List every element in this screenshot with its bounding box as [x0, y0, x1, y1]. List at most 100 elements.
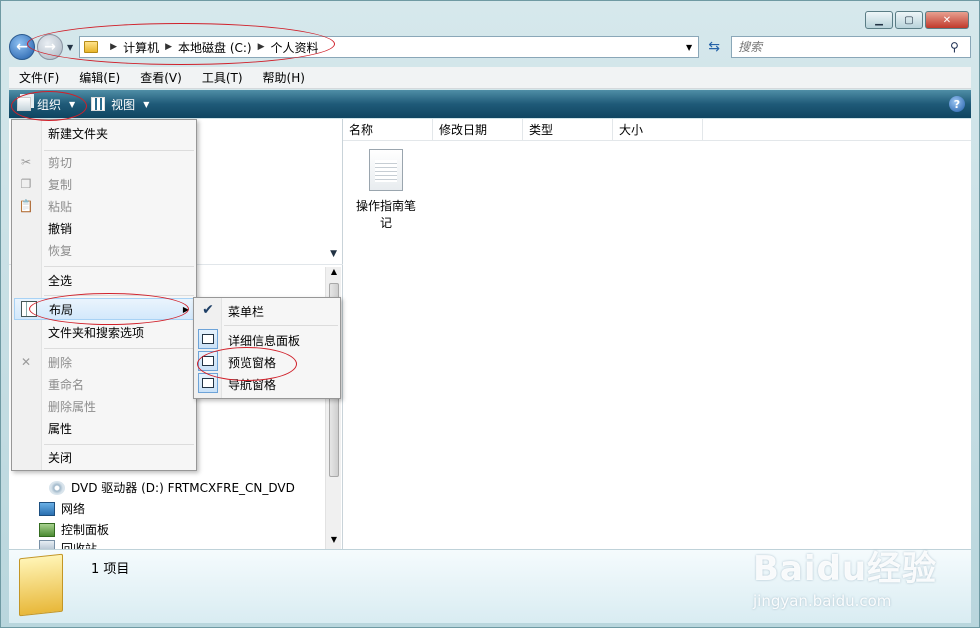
views-label: 视图: [111, 97, 136, 112]
menu-edit[interactable]: 编辑(E): [69, 69, 130, 86]
tree-item-label: 回收站: [61, 542, 98, 549]
maximize-button[interactable]: ▢: [895, 11, 923, 29]
chevron-right-icon: ▶: [182, 304, 189, 314]
delete-icon: ✕: [20, 355, 32, 369]
submenu-item-preview-pane[interactable]: 预览窗格: [222, 351, 340, 373]
submenu-item-navigation-pane[interactable]: 导航窗格: [222, 373, 340, 395]
back-button[interactable]: ←: [9, 34, 35, 60]
refresh-button[interactable]: ⇆: [703, 36, 725, 58]
chevron-right-icon[interactable]: ▶: [110, 42, 117, 52]
explorer-window: ▁ ▢ ✕ ← → ▼ ▶ 计算机 ▶ 本地磁盘 (C:) ▶ 个人资料 ▼ ⇆…: [0, 0, 980, 628]
organize-menu: 新建文件夹 ✂ 剪切 ❐ 复制 📋 粘贴 撤销 恢复 全选 布局 ▶ 文件夹和搜…: [11, 119, 197, 471]
command-bar: 组织 ▼ 视图 ▼ ?: [9, 90, 971, 118]
file-item[interactable]: 操作指南笔记: [351, 149, 421, 231]
item-count: 1 项目: [91, 562, 130, 577]
menu-tools[interactable]: 工具(T): [192, 69, 253, 86]
scroll-up-icon[interactable]: ▲: [326, 267, 342, 281]
dvd-drive-icon: [49, 480, 65, 495]
menu-bar: 文件(F) 编辑(E) 查看(V) 工具(T) 帮助(H): [9, 67, 971, 89]
menu-gutter: [12, 120, 42, 470]
layout-submenu: ✔ 菜单栏 详细信息面板 预览窗格 导航窗格: [193, 297, 341, 399]
paste-icon: 📋: [18, 199, 34, 213]
menu-item-select-all[interactable]: 全选: [42, 269, 196, 291]
column-type[interactable]: 类型: [523, 118, 613, 141]
menu-item-cut[interactable]: 剪切: [42, 151, 196, 173]
scroll-down-icon[interactable]: ▼: [326, 535, 342, 549]
chevron-right-icon[interactable]: ▶: [258, 42, 265, 52]
menu-separator: [44, 348, 194, 349]
menu-item-properties[interactable]: 属性: [42, 417, 196, 439]
arrow-left-icon: ←: [16, 39, 28, 55]
close-button[interactable]: ✕: [925, 11, 969, 29]
search-icon[interactable]: ⚲: [950, 40, 970, 54]
pane-glyph: [202, 356, 214, 366]
column-size[interactable]: 大小: [613, 118, 703, 141]
forward-button[interactable]: →: [37, 34, 63, 60]
watermark-url: jingyan.baidu.com: [753, 592, 892, 610]
minimize-button[interactable]: ▁: [865, 11, 893, 29]
tree-item-label: 控制面板: [61, 523, 110, 537]
organize-label: 组织: [37, 97, 62, 112]
menu-view[interactable]: 查看(V): [130, 69, 192, 86]
tree-item-label: 网络: [61, 502, 86, 516]
menu-item-new-folder[interactable]: 新建文件夹: [42, 122, 196, 144]
pane-glyph: [202, 378, 214, 388]
menu-item-layout-label: 布局: [49, 302, 74, 317]
menu-separator: [224, 325, 338, 326]
details-pane-icon: [198, 329, 218, 349]
chevron-right-icon[interactable]: ▶: [165, 42, 172, 52]
history-dropdown-icon[interactable]: ▼: [67, 43, 73, 52]
window-controls: ▁ ▢ ✕: [865, 11, 969, 29]
watermark-logo: Baidu经验: [753, 549, 938, 589]
breadcrumb-local-disk[interactable]: 本地磁盘 (C:): [178, 39, 252, 56]
menu-help[interactable]: 帮助(H): [253, 69, 315, 86]
menu-item-layout[interactable]: 布局 ▶: [14, 298, 196, 320]
breadcrumb-personal[interactable]: 个人资料: [271, 39, 319, 56]
tree-item-recycle-bin[interactable]: 回收站: [39, 540, 97, 549]
preview-pane-icon: [198, 351, 218, 371]
breadcrumb-computer[interactable]: 计算机: [123, 39, 159, 56]
tree-item-control-panel[interactable]: 控制面板: [39, 521, 109, 538]
scissors-icon: ✂: [20, 155, 32, 169]
navigation-pane-icon: [198, 373, 218, 393]
column-name[interactable]: 名称: [343, 118, 433, 141]
address-dropdown-icon[interactable]: ▼: [686, 43, 692, 52]
submenu-item-details-pane[interactable]: 详细信息面板: [222, 329, 340, 351]
tree-item-dvd[interactable]: DVD 驱动器 (D:) FRTMCXFRE_CN_DVD: [49, 479, 295, 496]
control-panel-icon: [39, 522, 55, 537]
menu-separator: [44, 444, 194, 445]
folder-icon: [84, 41, 99, 53]
file-name: 操作指南笔记: [355, 199, 416, 230]
organize-button[interactable]: 组织 ▼: [9, 92, 83, 116]
submenu-item-menu-bar[interactable]: 菜单栏: [222, 300, 340, 322]
menu-separator: [44, 295, 194, 296]
menu-item-copy[interactable]: 复制: [42, 173, 196, 195]
chevron-down-icon: ▼: [143, 99, 150, 109]
views-button[interactable]: 视图 ▼: [83, 92, 157, 116]
menu-item-delete[interactable]: 删除: [42, 351, 196, 373]
recycle-bin-icon: [39, 540, 55, 549]
network-icon: [39, 501, 55, 516]
menu-item-paste[interactable]: 粘贴: [42, 195, 196, 217]
search-box[interactable]: ⚲: [731, 36, 971, 58]
search-input[interactable]: [738, 40, 950, 54]
menu-item-close[interactable]: 关闭: [42, 446, 196, 468]
pane-glyph: [202, 334, 214, 344]
address-bar[interactable]: ▶ 计算机 ▶ 本地磁盘 (C:) ▶ 个人资料 ▼: [79, 36, 700, 58]
chevron-down-icon: ▼: [330, 248, 337, 259]
menu-item-remove-properties[interactable]: 删除属性: [42, 395, 196, 417]
menu-file[interactable]: 文件(F): [9, 69, 69, 86]
menu-item-rename[interactable]: 重命名: [42, 373, 196, 395]
menu-item-redo[interactable]: 恢复: [42, 239, 196, 261]
menu-item-folder-options[interactable]: 文件夹和搜索选项: [42, 321, 196, 343]
copy-icon: ❐: [20, 177, 32, 191]
column-modified[interactable]: 修改日期: [433, 118, 523, 141]
tree-item-network[interactable]: 网络: [39, 500, 85, 517]
checkmark-icon: ✔: [202, 302, 214, 318]
baidu-watermark: Baidu经验 jingyan.baidu.com: [753, 541, 937, 610]
folder-icon: [19, 553, 63, 617]
views-icon: [91, 97, 106, 111]
menu-item-undo[interactable]: 撤销: [42, 217, 196, 239]
organize-icon: [17, 97, 31, 111]
help-icon[interactable]: ?: [949, 96, 965, 112]
